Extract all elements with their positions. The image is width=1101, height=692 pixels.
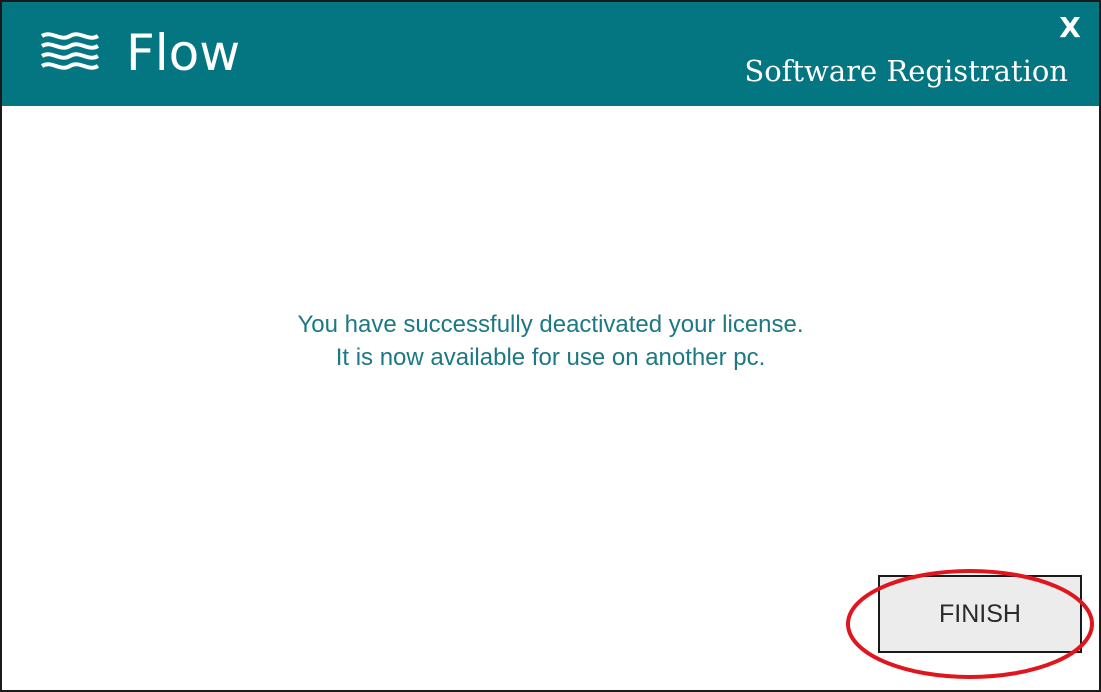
- window-subtitle: Software Registration: [744, 54, 1068, 88]
- close-button[interactable]: X: [1055, 12, 1085, 44]
- flow-wave-logo-icon: [40, 32, 100, 70]
- header-bar: Flow Software Registration X: [2, 2, 1099, 106]
- status-message-line-1: You have successfully deactivated your l…: [297, 311, 804, 338]
- finish-button[interactable]: FINISH: [878, 575, 1082, 653]
- brand-name: Flow: [126, 24, 241, 82]
- registration-window: Flow Software Registration X You have su…: [0, 0, 1101, 692]
- status-message-line-2: It is now available for use on another p…: [335, 344, 766, 371]
- status-message: You have successfully deactivated your l…: [2, 308, 1099, 374]
